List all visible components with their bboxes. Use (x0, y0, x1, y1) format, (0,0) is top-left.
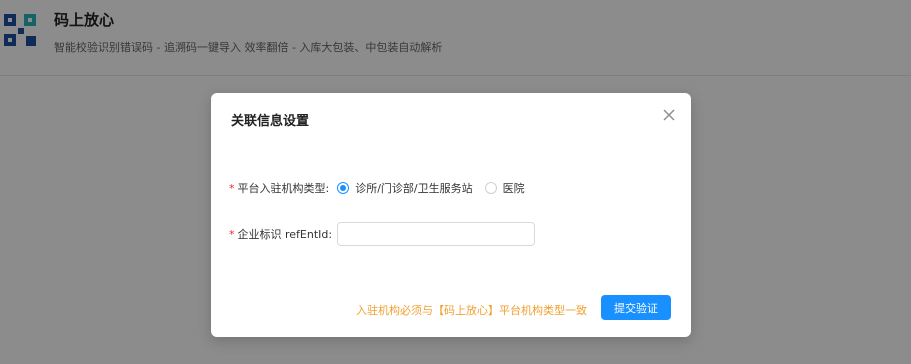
close-icon[interactable] (661, 107, 677, 123)
radio-checked-icon (337, 182, 350, 194)
submit-verify-button[interactable]: 提交验证 (601, 295, 671, 320)
required-mark: * (229, 181, 235, 195)
radio-unchecked-icon (484, 182, 497, 194)
radio-clinic[interactable]: 诊所/门诊部/卫生服务站 (337, 180, 473, 196)
radio-hospital-label: 医院 (502, 182, 525, 195)
dialog-title: 关联信息设置 (231, 114, 310, 129)
institution-type-label: 平台入驻机构类型: (237, 182, 330, 195)
related-info-settings-dialog: 关联信息设置 * 平台入驻机构类型: 诊所/门诊部/卫生服务站 医院 * 企业标… (211, 93, 691, 337)
radio-hospital[interactable]: 医院 (484, 180, 525, 196)
required-mark: * (229, 227, 235, 241)
ref-ent-id-label: 企业标识 refEntId: (237, 228, 333, 241)
page: 码上放心 智能校验识别错误码 - 追溯码一键导入 效率翻倍 - 入库大包装、中包… (0, 0, 911, 364)
ref-ent-id-input[interactable] (337, 222, 536, 246)
ref-ent-id-field: * 企业标识 refEntId: (229, 221, 536, 247)
institution-type-notice: 入驻机构必须与【码上放心】平台机构类型一致 (356, 304, 587, 317)
institution-type-field: * 平台入驻机构类型: 诊所/门诊部/卫生服务站 医院 (229, 175, 537, 201)
radio-clinic-label: 诊所/门诊部/卫生服务站 (355, 182, 473, 195)
